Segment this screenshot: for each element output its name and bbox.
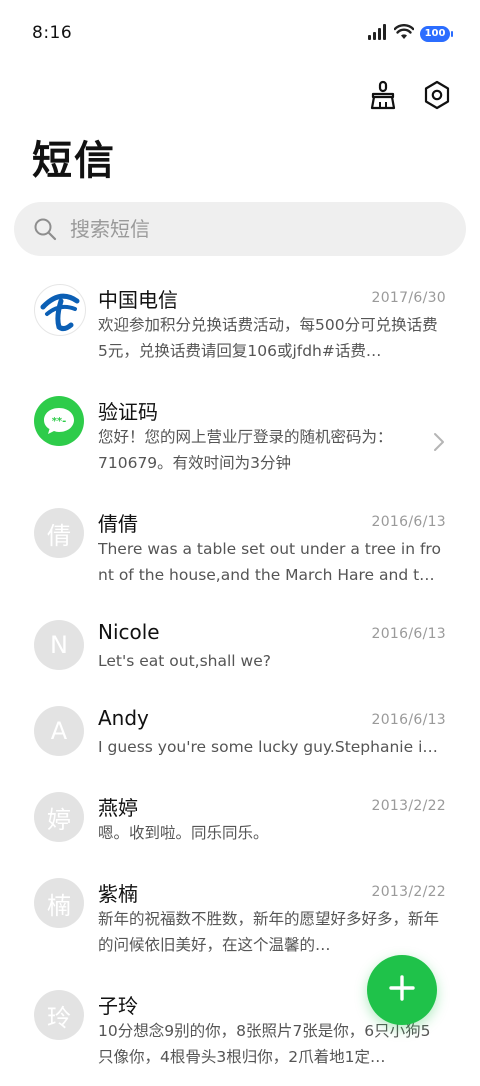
list-item[interactable]: 中国电信 2017/6/30 欢迎参加积分兑换话费活动，每500分可兑换话费5元… bbox=[0, 268, 480, 368]
svg-text:**-: **- bbox=[52, 416, 67, 427]
sender-name: 验证码 bbox=[98, 400, 158, 424]
message-preview: Let's eat out,shall we? bbox=[98, 652, 271, 670]
sender-name: 子玲 bbox=[98, 994, 138, 1018]
search-icon bbox=[32, 216, 58, 242]
header-actions bbox=[366, 78, 454, 112]
list-item[interactable]: 倩 倩倩 2016/6/13 There was a table set out… bbox=[0, 492, 480, 592]
message-date: 2016/6/13 bbox=[371, 712, 446, 728]
message-date: 2013/2/22 bbox=[371, 798, 446, 814]
sender-name: Andy bbox=[98, 706, 149, 730]
list-item[interactable]: **- 验证码 您好！您的网上营业厅登录的随机密码为：710679。有效时间为3… bbox=[0, 380, 480, 480]
telecom-logo-icon bbox=[34, 284, 86, 336]
new-message-button[interactable] bbox=[367, 955, 437, 1025]
message-preview: 新年的祝福数不胜数，新年的愿望好多好多，新年的问候依旧美好，在这个温馨的… bbox=[98, 910, 440, 954]
list-item[interactable]: 婷 燕婷 2013/2/22 嗯。收到啦。同乐同乐。 bbox=[0, 776, 480, 856]
wifi-icon bbox=[393, 24, 415, 44]
message-preview: There was a table set out under a tree i… bbox=[98, 540, 441, 584]
status-icons: 100 bbox=[368, 24, 453, 44]
sender-name: Nicole bbox=[98, 620, 160, 644]
list-item[interactable]: N Nicole 2016/6/13 Let's eat out,shall w… bbox=[0, 604, 480, 684]
sender-name: 中国电信 bbox=[98, 288, 178, 312]
battery-icon: 100 bbox=[420, 26, 453, 42]
message-preview: 欢迎参加积分兑换话费活动，每500分可兑换话费5元，兑换话费请回复106或jfd… bbox=[98, 316, 438, 360]
message-date: 2016/6/13 bbox=[371, 626, 446, 642]
avatar: 玲 bbox=[34, 990, 84, 1040]
status-time: 8:16 bbox=[32, 23, 73, 43]
search-input[interactable] bbox=[68, 216, 432, 242]
broom-icon[interactable] bbox=[366, 78, 400, 112]
list-item[interactable]: A Andy 2016/6/13 I guess you're some luc… bbox=[0, 690, 480, 770]
plus-icon bbox=[387, 973, 417, 1007]
search-bar[interactable] bbox=[14, 202, 466, 256]
message-preview: I guess you're some lucky guy.Stephanie … bbox=[98, 738, 444, 756]
signal-icon bbox=[368, 24, 388, 44]
message-date: 2017/6/30 bbox=[371, 290, 446, 306]
battery-level: 100 bbox=[424, 28, 446, 39]
avatar: 倩 bbox=[34, 508, 84, 558]
message-preview: 嗯。收到啦。同乐同乐。 bbox=[98, 824, 269, 842]
sender-name: 燕婷 bbox=[98, 796, 138, 820]
sender-name: 倩倩 bbox=[98, 512, 138, 536]
settings-icon[interactable] bbox=[420, 78, 454, 112]
message-preview: 10分想念9别的你，8张照片7张是你，6只小狗5只像你，4根骨头3根归你，2爪着… bbox=[98, 1022, 431, 1066]
chat-bubble-icon: **- bbox=[34, 396, 84, 446]
message-date: 2016/6/13 bbox=[371, 514, 446, 530]
list-item[interactable]: 楠 紫楠 2013/2/22 新年的祝福数不胜数，新年的愿望好多好多，新年的问候… bbox=[0, 862, 480, 962]
page-title: 短信 bbox=[32, 138, 116, 184]
message-preview: 您好！您的网上营业厅登录的随机密码为：710679。有效时间为3分钟 bbox=[98, 428, 393, 472]
avatar: 楠 bbox=[34, 878, 84, 928]
message-date: 2013/2/22 bbox=[371, 884, 446, 900]
avatar: A bbox=[34, 706, 84, 756]
chevron-right-icon[interactable] bbox=[432, 432, 446, 452]
avatar: 婷 bbox=[34, 792, 84, 842]
status-bar: 8:16 100 bbox=[0, 0, 480, 64]
sender-name: 紫楠 bbox=[98, 882, 138, 906]
avatar: N bbox=[34, 620, 84, 670]
